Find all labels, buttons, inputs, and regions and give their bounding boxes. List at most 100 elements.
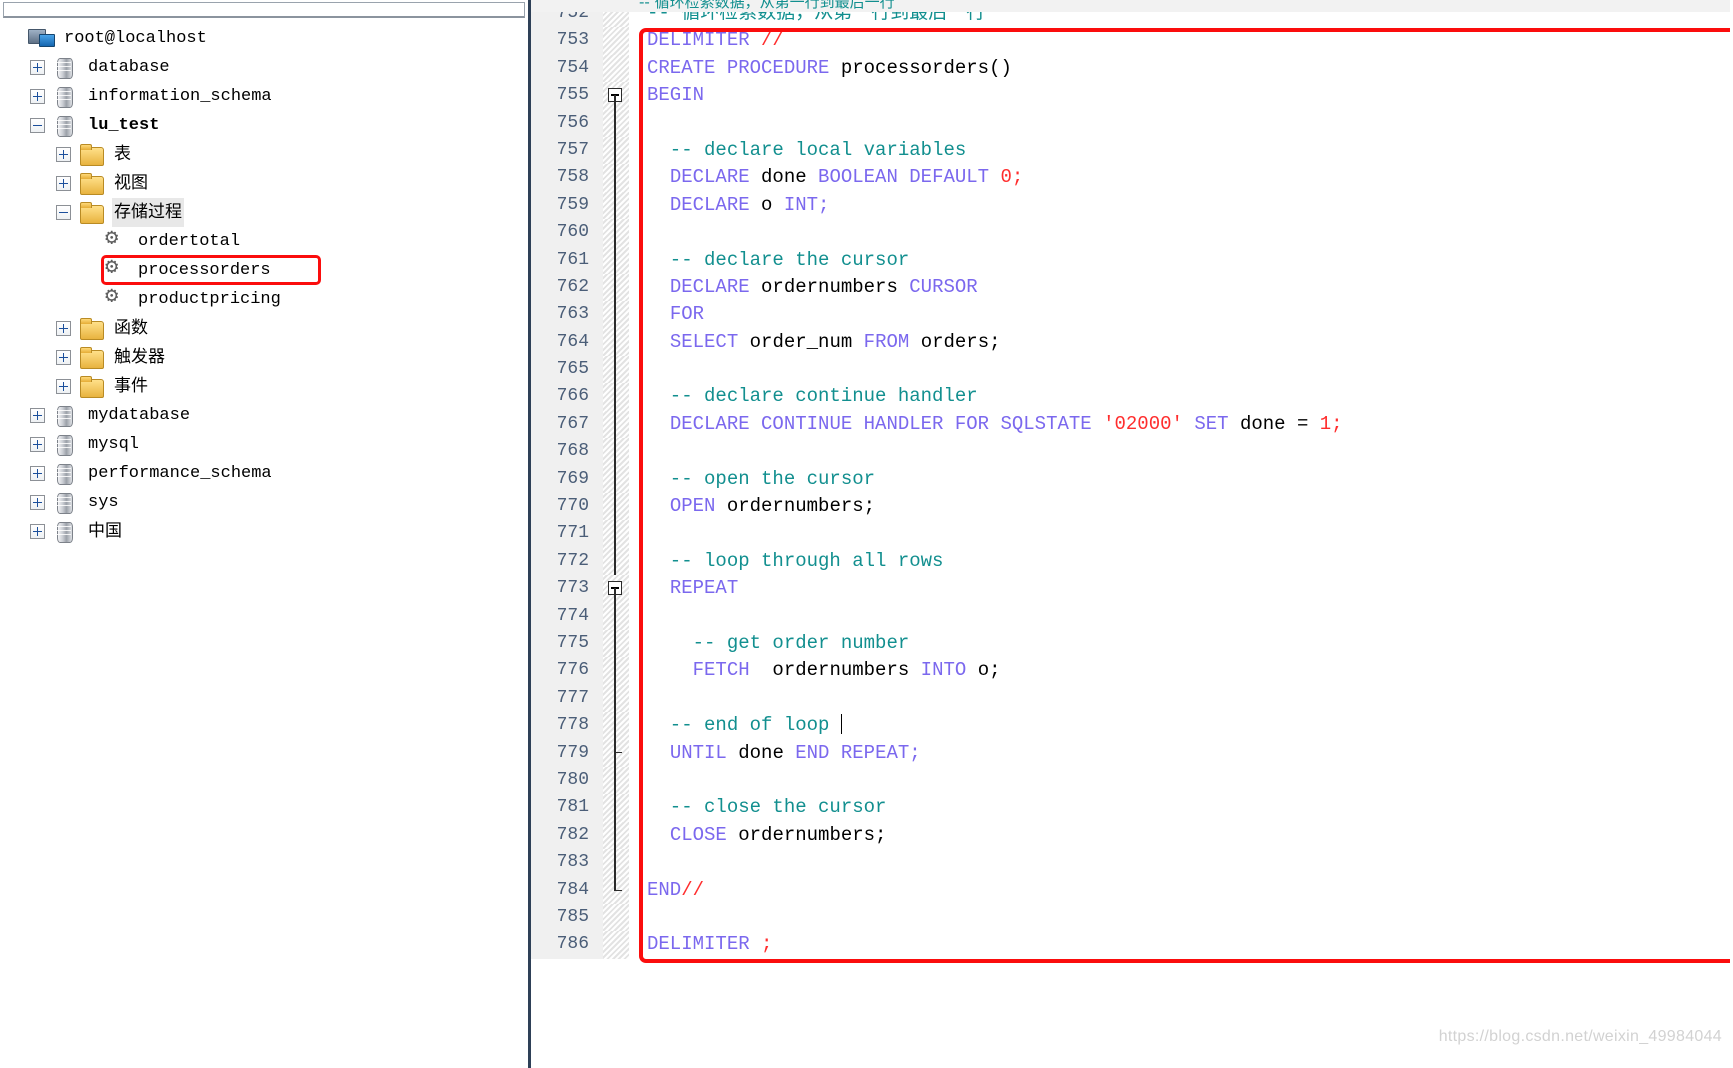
tree-node-information_schema[interactable]: information_schema	[6, 82, 528, 111]
code-line[interactable]: 755 BEGIN	[531, 82, 1730, 110]
fold-column[interactable]	[603, 438, 629, 466]
code-line[interactable]: 778 -- end of loop	[531, 712, 1730, 740]
code-line[interactable]: 753 DELIMITER //	[531, 27, 1730, 55]
expander-plus-icon[interactable]	[30, 524, 45, 539]
fold-column[interactable]	[603, 136, 629, 165]
code-lines[interactable]: 752 -- 循环检索数据，从第一行到最后一行 753 DELIMITER //754…	[531, 0, 1730, 959]
code-line[interactable]: 773 REPEAT	[531, 575, 1730, 603]
tree-node-ordertotal[interactable]: ordertotal	[6, 227, 528, 256]
fold-column[interactable]	[603, 383, 629, 411]
fold-column[interactable]	[603, 410, 629, 439]
fold-column[interactable]	[603, 273, 629, 302]
code-line[interactable]: 782 CLOSE ordernumbers;	[531, 821, 1730, 850]
expander-plus-icon[interactable]	[30, 437, 45, 452]
tree-node-中国[interactable]: 中国	[6, 517, 528, 546]
code-line[interactable]: 756	[531, 109, 1730, 137]
code-line[interactable]: 780	[531, 766, 1730, 795]
code-line[interactable]: 785	[531, 903, 1730, 932]
expander-minus-icon[interactable]	[56, 205, 71, 220]
tree-node-触发器[interactable]: 触发器	[6, 343, 528, 372]
code-line[interactable]: 769 -- open the cursor	[531, 465, 1730, 494]
fold-column[interactable]	[603, 602, 629, 630]
expander-plus-icon[interactable]	[56, 350, 71, 365]
fold-column[interactable]	[603, 219, 629, 247]
code-line[interactable]: 775 -- get order number	[531, 629, 1730, 658]
code-line[interactable]: 772 -- loop through all rows	[531, 547, 1730, 576]
tree-node-mydatabase[interactable]: mydatabase	[6, 401, 528, 430]
code-line[interactable]: 757 -- declare local variables	[531, 136, 1730, 165]
fold-column[interactable]	[603, 191, 629, 220]
expander-plus-icon[interactable]	[30, 408, 45, 423]
fold-column[interactable]	[603, 712, 629, 740]
tree-node-视图[interactable]: 视图	[6, 169, 528, 198]
code-line[interactable]: 774	[531, 602, 1730, 630]
database-tree[interactable]: root@localhost database information_schem…	[0, 18, 528, 546]
code-line[interactable]: 779 UNTIL done END REPEAT;	[531, 739, 1730, 767]
code-line[interactable]: 771	[531, 520, 1730, 548]
tree-node-mysql[interactable]: mysql	[6, 430, 528, 459]
expander-plus-icon[interactable]	[30, 495, 45, 510]
code-line[interactable]: 784 END//	[531, 876, 1730, 904]
tree-node-存储过程[interactable]: 存储过程	[6, 198, 528, 227]
code-line[interactable]: 786 DELIMITER ;	[531, 931, 1730, 959]
code-line[interactable]: 765	[531, 356, 1730, 384]
fold-column[interactable]	[603, 821, 629, 850]
expander-plus-icon[interactable]	[30, 60, 45, 75]
fold-column[interactable]	[603, 54, 629, 83]
fold-column[interactable]	[603, 246, 629, 274]
code-line[interactable]: 783	[531, 849, 1730, 877]
code-line[interactable]: 776 FETCH ordernumbers INTO o;	[531, 657, 1730, 685]
tree-node-函数[interactable]: 函数	[6, 314, 528, 343]
code-line[interactable]: 781 -- close the cursor	[531, 794, 1730, 822]
code-line[interactable]: 767 DECLARE CONTINUE HANDLER FOR SQLSTAT…	[531, 410, 1730, 439]
code-line[interactable]: 760	[531, 219, 1730, 247]
tree-node-performance_schema[interactable]: performance_schema	[6, 459, 528, 488]
code-line[interactable]: 762 DECLARE ordernumbers CURSOR	[531, 273, 1730, 302]
fold-column[interactable]	[603, 547, 629, 576]
fold-column[interactable]	[603, 849, 629, 877]
expander-minus-icon[interactable]	[30, 118, 45, 133]
fold-column[interactable]	[603, 575, 629, 603]
code-line[interactable]: 768	[531, 438, 1730, 466]
fold-column[interactable]	[603, 82, 629, 110]
fold-column[interactable]	[603, 629, 629, 658]
code-line[interactable]: 764 SELECT order_num FROM orders;	[531, 328, 1730, 357]
fold-column[interactable]	[603, 465, 629, 494]
tree-node-processorders[interactable]: processorders	[6, 256, 528, 285]
fold-column[interactable]	[603, 520, 629, 548]
code-line[interactable]: 761 -- declare the cursor	[531, 246, 1730, 274]
fold-column[interactable]	[603, 903, 629, 932]
code-line[interactable]: 759 DECLARE o INT;	[531, 191, 1730, 220]
fold-column[interactable]	[603, 328, 629, 357]
expander-plus-icon[interactable]	[56, 321, 71, 336]
fold-column[interactable]	[603, 876, 629, 904]
fold-column[interactable]	[603, 356, 629, 384]
tree-node-sys[interactable]: sys	[6, 488, 528, 517]
code-line[interactable]: 777	[531, 684, 1730, 713]
fold-column[interactable]	[603, 931, 629, 959]
code-line[interactable]: 758 DECLARE done BOOLEAN DEFAULT 0;	[531, 164, 1730, 192]
expander-plus-icon[interactable]	[56, 147, 71, 162]
fold-column[interactable]	[603, 684, 629, 713]
fold-column[interactable]	[603, 657, 629, 685]
fold-column[interactable]	[603, 493, 629, 521]
tree-toolbar[interactable]	[3, 2, 525, 18]
fold-column[interactable]	[603, 164, 629, 192]
sql-editor-panel[interactable]: -- 循环检索数据，从第一行到最后一行 752 -- 循环检索数据，从第一行到最后…	[531, 0, 1730, 1068]
fold-column[interactable]	[603, 301, 629, 329]
tree-root-node[interactable]: root@localhost	[6, 24, 528, 53]
code-line[interactable]: 763 FOR	[531, 301, 1730, 329]
tree-node-database[interactable]: database	[6, 53, 528, 82]
fold-column[interactable]	[603, 766, 629, 795]
fold-column[interactable]	[603, 739, 629, 767]
fold-column[interactable]	[603, 794, 629, 822]
expander-plus-icon[interactable]	[56, 379, 71, 394]
expander-plus-icon[interactable]	[30, 466, 45, 481]
code-line[interactable]: 766 -- declare continue handler	[531, 383, 1730, 411]
tree-node-表[interactable]: 表	[6, 140, 528, 169]
tree-node-事件[interactable]: 事件	[6, 372, 528, 401]
fold-column[interactable]	[603, 27, 629, 55]
expander-plus-icon[interactable]	[56, 176, 71, 191]
code-line[interactable]: 770 OPEN ordernumbers;	[531, 493, 1730, 521]
tree-node-lu_test[interactable]: lu_test	[6, 111, 528, 140]
